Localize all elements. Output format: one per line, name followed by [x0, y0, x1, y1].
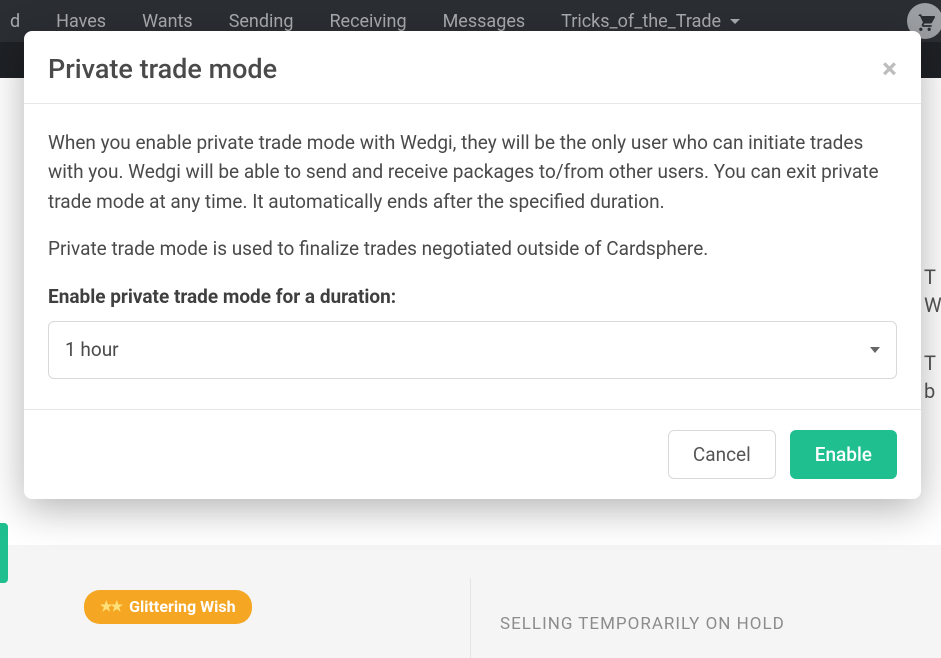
enable-button[interactable]: Enable: [790, 430, 897, 479]
modal-title: Private trade mode: [48, 53, 277, 85]
modal-paragraph-1: When you enable private trade mode with …: [48, 128, 897, 216]
close-button[interactable]: ×: [882, 55, 897, 83]
duration-label: Enable private trade mode for a duration…: [48, 282, 897, 311]
close-icon: ×: [882, 52, 897, 85]
star-icon: ★★: [100, 599, 121, 615]
duration-select-value: 1 hour: [65, 335, 119, 364]
chevron-down-icon: [870, 347, 880, 353]
bg-divider: [470, 578, 471, 658]
bg-panel-text: SELLING TEMPORARILY ON HOLD: [500, 614, 785, 634]
modal-header: Private trade mode ×: [24, 31, 921, 104]
duration-select[interactable]: 1 hour: [48, 321, 897, 378]
private-trade-modal: Private trade mode × When you enable pri…: [24, 31, 921, 499]
modal-paragraph-2: Private trade mode is used to finalize t…: [48, 234, 897, 263]
cancel-button[interactable]: Cancel: [668, 430, 776, 479]
modal-body: When you enable private trade mode with …: [24, 104, 921, 409]
card-badge[interactable]: ★★ Glittering Wish: [84, 590, 252, 624]
card-badge-label: Glittering Wish: [129, 597, 235, 616]
modal-footer: Cancel Enable: [24, 409, 921, 499]
